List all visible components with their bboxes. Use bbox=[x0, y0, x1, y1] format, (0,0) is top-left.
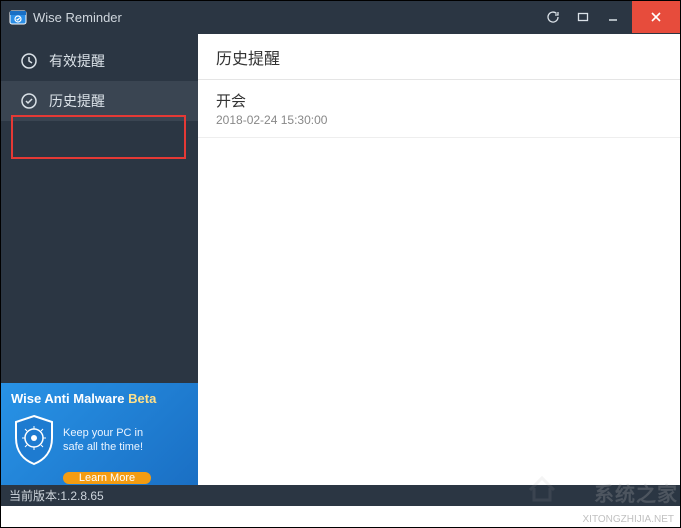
statusbar: 当前版本:1.2.8.65 bbox=[1, 485, 680, 506]
main-content: 历史提醒 开会 2018-02-24 15:30:00 bbox=[198, 33, 680, 485]
promo-text: Keep your PC in safe all the time! bbox=[63, 426, 143, 455]
promo-banner[interactable]: Wise Anti Malware Beta bbox=[1, 383, 198, 485]
sidebar: 有效提醒 历史提醒 Wise Anti Malware Beta bbox=[1, 33, 198, 485]
sidebar-item-label: 有效提醒 bbox=[49, 51, 105, 71]
promo-title: Wise Anti Malware Beta bbox=[11, 391, 188, 406]
learn-more-button[interactable]: Learn More bbox=[63, 472, 151, 484]
titlebar: Wise Reminder bbox=[1, 1, 680, 33]
minimize-button[interactable] bbox=[598, 5, 628, 29]
app-window: Wise Reminder bbox=[1, 1, 680, 506]
sidebar-item-label: 历史提醒 bbox=[49, 91, 105, 111]
close-button[interactable] bbox=[632, 1, 680, 33]
sidebar-item-active-reminders[interactable]: 有效提醒 bbox=[1, 41, 198, 81]
reminder-item[interactable]: 开会 2018-02-24 15:30:00 bbox=[198, 80, 680, 138]
sidebar-item-history-reminders[interactable]: 历史提醒 bbox=[1, 81, 198, 121]
clock-icon bbox=[19, 51, 39, 71]
refresh-button[interactable] bbox=[538, 5, 568, 29]
app-icon bbox=[9, 8, 27, 26]
watermark-url: XITONGZHIJIA.NET bbox=[583, 514, 675, 525]
main-header: 历史提醒 bbox=[198, 34, 680, 80]
reminder-time: 2018-02-24 15:30:00 bbox=[216, 113, 662, 127]
check-circle-icon bbox=[19, 91, 39, 111]
shield-icon bbox=[11, 412, 57, 468]
app-title: Wise Reminder bbox=[33, 10, 122, 25]
maximize-button[interactable] bbox=[568, 5, 598, 29]
version-label: 当前版本:1.2.8.65 bbox=[9, 487, 104, 504]
reminder-title: 开会 bbox=[216, 90, 662, 111]
